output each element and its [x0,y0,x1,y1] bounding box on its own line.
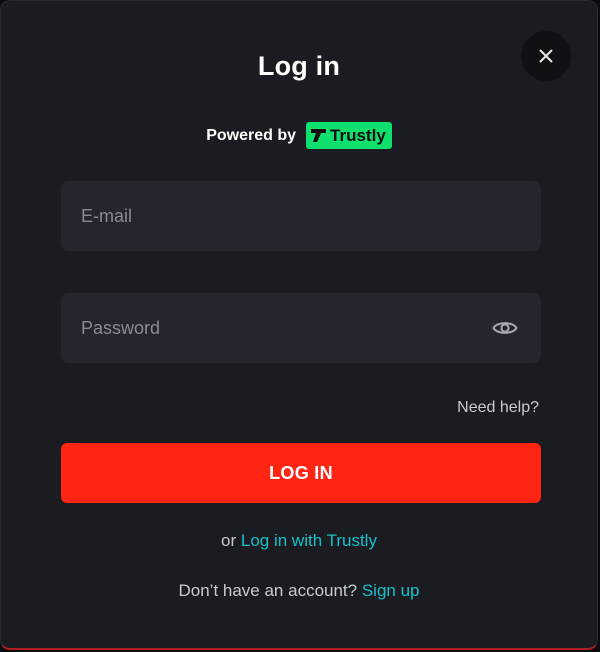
show-password-toggle[interactable] [491,315,519,341]
password-field-container [61,293,541,363]
password-field[interactable] [61,293,481,363]
signup-row: Don’t have an account? Sign up [1,581,597,601]
alt-login-row: or Log in with Trustly [1,531,597,551]
signup-prompt: Don’t have an account? [178,581,358,600]
trustly-mark-icon [311,129,327,142]
signup-link[interactable]: Sign up [362,581,420,600]
dialog-title: Log in [257,51,341,81]
powered-by: Powered by Trustly [1,122,597,149]
email-field-container [61,181,541,251]
or-text: or [221,531,237,550]
trustly-logo: Trustly [306,122,392,149]
eye-icon [492,322,518,334]
powered-by-text: Powered by [206,126,297,144]
trustly-logo-text: Trustly [330,125,386,145]
email-field[interactable] [61,181,541,251]
need-help-link[interactable]: Need help? [457,399,539,417]
trustly-login-link[interactable]: Log in with Trustly [241,531,377,550]
login-dialog: Log in Powered by Trustly Need help? LOG… [0,0,598,650]
login-button[interactable]: LOG IN [61,443,541,503]
